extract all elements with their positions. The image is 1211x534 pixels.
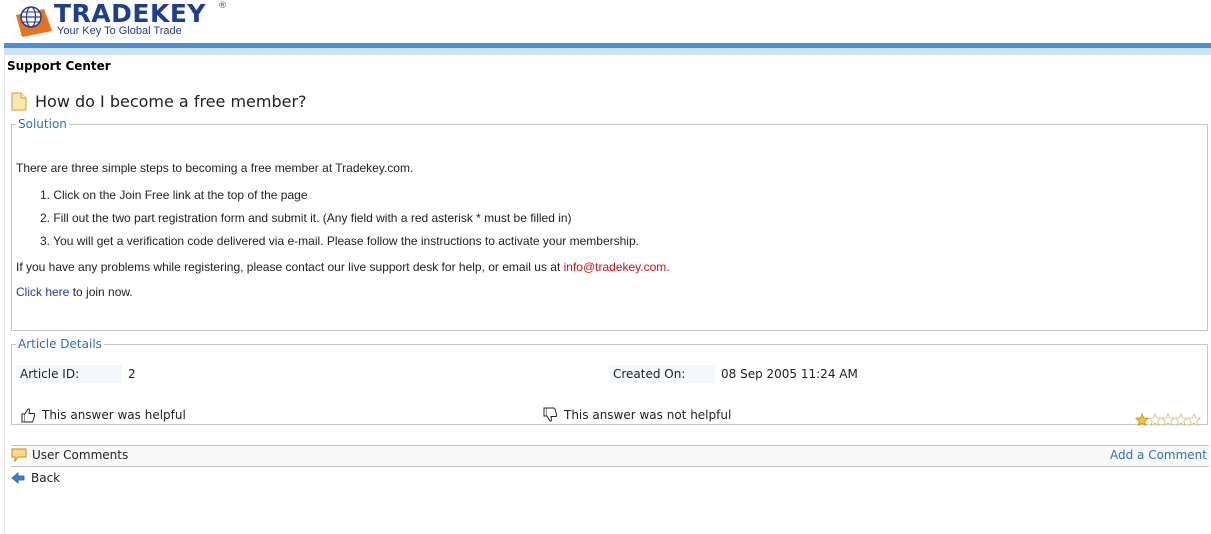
section-title: Support Center [7,59,111,73]
add-comment-link[interactable]: Add a Comment [1110,448,1207,462]
star-icon[interactable] [1161,413,1175,427]
globe-key-icon [16,6,52,37]
comment-icon [11,448,27,462]
created-on-label: Created On: [609,365,715,383]
solution-panel: Solution There are three simple steps to… [11,117,1208,331]
star-icon[interactable] [1135,413,1149,427]
back-button[interactable]: Back [11,471,60,485]
article-details-legend: Article Details [18,337,102,351]
email-suffix: . [666,260,670,274]
star-icon[interactable] [1187,413,1201,427]
problems-paragraph: If you have any problems while registeri… [16,260,670,274]
not-helpful-label: This answer was not helpful [564,408,732,422]
header-bar-light [4,48,1211,55]
user-comments-header: User Comments [11,448,128,462]
solution-intro: There are three simple steps to becoming… [16,161,414,175]
helpful-button[interactable]: This answer was helpful [20,407,186,423]
join-link[interactable]: Click here [16,285,69,299]
join-suffix: to join now. [69,285,133,299]
document-icon [11,92,27,110]
article-rating[interactable] [1135,413,1201,427]
star-icon[interactable] [1148,413,1162,427]
solution-legend: Solution [18,117,67,131]
tradekey-logo[interactable]: TRADEKEY ® Your Key To Global Trade [14,0,234,41]
article-details-panel: Article Details Article ID: 2 Created On… [11,337,1208,427]
back-label: Back [31,471,61,485]
article-id-label: Article ID: [16,365,122,383]
support-email-link[interactable]: info@tradekey.com [564,260,667,274]
step-2: 2. Fill out the two part registration fo… [40,211,572,225]
thumbs-down-icon [543,407,558,422]
join-paragraph: Click here to join now. [16,285,133,299]
created-on-value: 08 Sep 2005 11:24 AM [721,367,858,381]
helpful-label: This answer was helpful [42,408,186,422]
not-helpful-button[interactable]: This answer was not helpful [542,407,731,423]
page-left-border [4,50,5,534]
star-icon[interactable] [1174,413,1188,427]
brand-name: TRADEKEY [54,0,207,28]
step-1: 1. Click on the Join Free link at the to… [40,188,308,202]
article-id-value: 2 [128,367,136,381]
question-title: How do I become a free member? [11,90,307,112]
registered-mark: ® [218,1,227,11]
user-comments-label: User Comments [32,448,129,462]
brand-tagline: Your Key To Global Trade [57,25,182,37]
problems-text: If you have any problems while registeri… [16,260,564,274]
back-arrow-icon [11,472,25,484]
user-comments-bar: User Comments Add a Comment [11,445,1209,467]
thumbs-up-icon [21,408,36,423]
step-3: 3. You will get a verification code deli… [40,234,639,248]
site-header: TRADEKEY ® Your Key To Global Trade [0,0,1211,44]
question-title-text: How do I become a free member? [35,91,307,111]
